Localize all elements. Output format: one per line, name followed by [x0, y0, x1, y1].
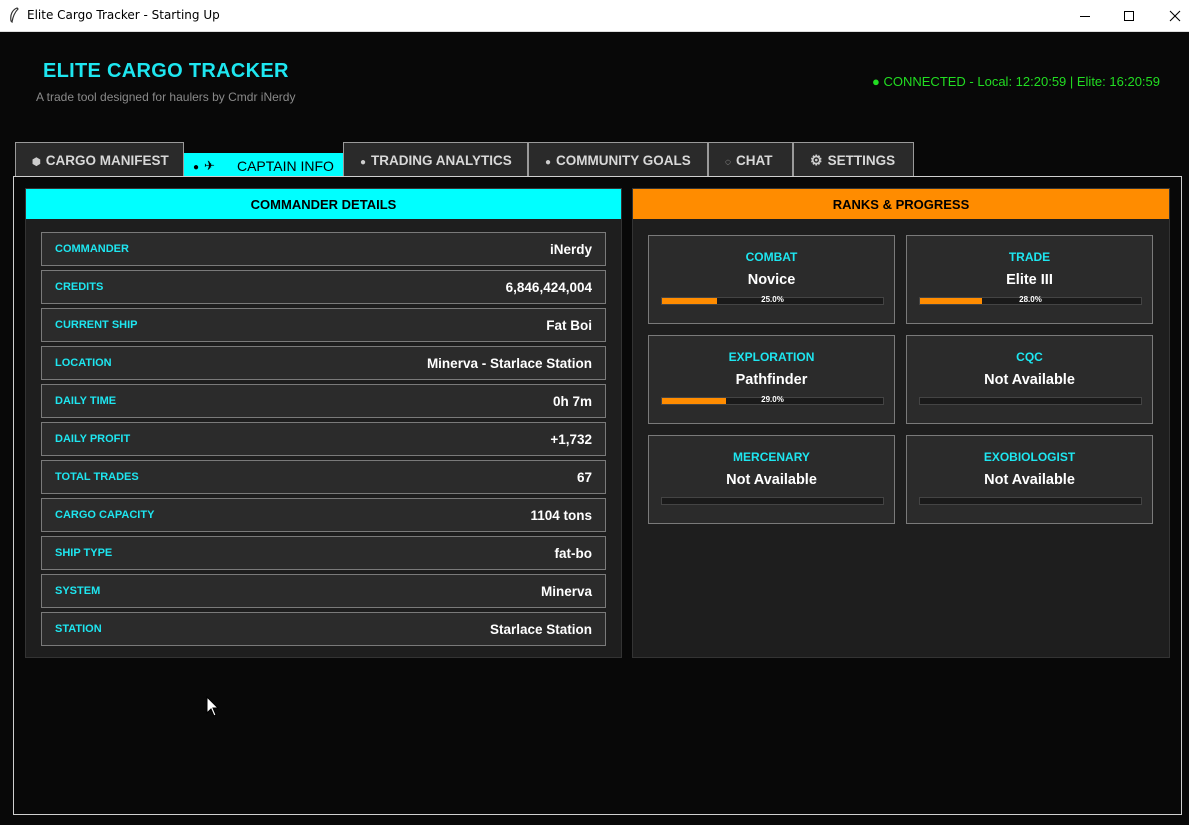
tab-trading-analytics[interactable]: ● TRADING ANALYTICS	[343, 142, 528, 177]
tab-captain-info[interactable]: ● ✈ CAPTAIN INFO	[184, 153, 343, 177]
info-row-cargo-capacity: CARGO CAPACITY 1104 tons	[41, 498, 606, 532]
window-titlebar[interactable]: Elite Cargo Tracker - Starting Up	[0, 0, 1189, 32]
rank-value: Pathfinder	[735, 372, 808, 388]
rank-card-mercenary: MERCENARY Not Available	[648, 435, 895, 524]
rank-card-cqc: CQC Not Available	[906, 335, 1153, 424]
row-value: Fat Boi	[546, 318, 592, 333]
maximize-icon	[1124, 10, 1134, 21]
rank-value: Not Available	[984, 472, 1075, 488]
info-row-credits: CREDITS 6,846,424,004	[41, 270, 606, 304]
close-button[interactable]	[1152, 0, 1189, 31]
close-icon	[1169, 10, 1181, 21]
tab-label: CAPTAIN INFO	[236, 157, 334, 174]
box-icon: ⬢	[32, 156, 41, 168]
row-label: CURRENT SHIP	[55, 319, 138, 331]
tab-label: CHAT	[735, 152, 773, 168]
rank-progress-bar: 28.0%	[919, 295, 1142, 305]
money-bag-icon: ●	[193, 162, 200, 173]
rank-value: Not Available	[726, 472, 817, 488]
info-row-commander: COMMANDER iNerdy	[41, 232, 606, 266]
row-label: LOCATION	[55, 357, 112, 369]
row-value: 6,846,424,004	[505, 280, 592, 295]
tab-settings[interactable]: ⚙ SETTINGS	[793, 142, 914, 177]
rank-value: Elite III	[1006, 272, 1053, 288]
feather-icon	[10, 7, 19, 23]
rank-card-trade: TRADE Elite III 28.0%	[906, 235, 1153, 324]
app-body: ELITE CARGO TRACKER A trade tool designe…	[0, 32, 1189, 825]
app-subtitle: A trade tool designed for haulers by Cmd…	[36, 90, 296, 104]
row-value: 0h 7m	[552, 394, 592, 409]
row-label: SYSTEM	[55, 585, 101, 597]
panel-header: RANKS & PROGRESS	[633, 189, 1169, 219]
rank-name: CQC	[1016, 350, 1043, 364]
rank-name: EXOBIOLOGIST	[983, 450, 1076, 464]
info-row-ship-type: SHIP TYPE fat-bo	[41, 536, 606, 570]
ranks-progress-panel: RANKS & PROGRESS COMBAT Novice 25.0% TRA…	[632, 188, 1170, 658]
tab-label: CARGO MANIFEST	[45, 152, 169, 168]
rank-card-exploration: EXPLORATION Pathfinder 29.0%	[648, 335, 895, 424]
row-label: SHIP TYPE	[55, 547, 113, 559]
tab-chat[interactable]: ◌ CHAT	[708, 142, 793, 177]
info-row-location: LOCATION Minerva - Starlace Station	[41, 346, 606, 380]
row-label: CARGO CAPACITY	[55, 509, 155, 521]
row-label: DAILY TIME	[55, 395, 117, 407]
rank-progress-bar	[919, 497, 1142, 505]
row-label: STATION	[55, 623, 102, 635]
row-value: Minerva - Starlace Station	[426, 356, 592, 371]
info-row-total-trades: TOTAL TRADES 67	[41, 460, 606, 494]
connection-status: ● CONNECTED - Local: 12:20:59 | Elite: 1…	[872, 74, 1160, 89]
rank-progress-label: 25.0%	[761, 295, 784, 304]
rank-progress-bar	[919, 397, 1142, 405]
rank-card-exobiologist: EXOBIOLOGIST Not Available	[906, 435, 1153, 524]
panel-header: COMMANDER DETAILS	[26, 189, 621, 219]
rank-progress-label: 28.0%	[1019, 295, 1042, 304]
commander-details-panel: COMMANDER DETAILS COMMANDER iNerdy CREDI…	[25, 188, 622, 658]
info-row-daily-profit: DAILY PROFIT +1,732	[41, 422, 606, 456]
info-row-system: SYSTEM Minerva	[41, 574, 606, 608]
rank-progress-bar: 25.0%	[661, 295, 884, 305]
rank-name: MERCENARY	[733, 450, 810, 464]
plane-icon: ✈	[204, 157, 215, 173]
tab-label: SETTINGS	[827, 152, 896, 168]
rank-progress-bar: 29.0%	[661, 395, 884, 405]
tab-community-goals[interactable]: ● COMMUNITY GOALS	[528, 142, 708, 177]
window-title: Elite Cargo Tracker - Starting Up	[27, 8, 220, 22]
rank-progress-bar	[661, 497, 884, 505]
target-icon: ●	[545, 156, 552, 168]
row-value: iNerdy	[549, 242, 592, 257]
maximize-button[interactable]	[1106, 0, 1152, 31]
rank-name: TRADE	[1008, 250, 1051, 264]
row-label: COMMANDER	[55, 243, 129, 255]
row-value: 1104 tons	[530, 508, 592, 523]
rank-progress-label: 29.0%	[761, 395, 784, 404]
row-value: Starlace Station	[489, 622, 592, 637]
gear-icon: ⚙	[810, 151, 823, 168]
rank-value: Novice	[747, 272, 796, 288]
rank-card-combat: COMBAT Novice 25.0%	[648, 235, 895, 324]
info-row-daily-time: DAILY TIME 0h 7m	[41, 384, 606, 418]
money-bag-icon: ●	[360, 156, 367, 168]
tab-cargo-manifest[interactable]: ⬢ CARGO MANIFEST	[15, 142, 184, 177]
row-value: +1,732	[550, 432, 592, 447]
minimize-button[interactable]	[1062, 0, 1108, 31]
minimize-icon	[1080, 15, 1090, 17]
row-value: Minerva	[540, 584, 592, 599]
info-row-station: STATION Starlace Station	[41, 612, 606, 646]
row-value: fat-bo	[554, 546, 593, 561]
app-title: ELITE CARGO TRACKER	[43, 60, 289, 82]
rank-name: COMBAT	[745, 250, 798, 264]
chat-bubble-icon: ◌	[725, 156, 731, 168]
row-value: 67	[576, 470, 592, 485]
row-label: CREDITS	[55, 281, 104, 293]
tab-label: COMMUNITY GOALS	[556, 152, 691, 168]
mouse-cursor-icon	[206, 696, 220, 717]
rank-value: Not Available	[984, 372, 1075, 388]
rank-name: EXPLORATION	[728, 350, 815, 364]
tab-label: TRADING ANALYTICS	[371, 152, 512, 168]
row-label: DAILY PROFIT	[55, 433, 131, 445]
info-row-current-ship: CURRENT SHIP Fat Boi	[41, 308, 606, 342]
row-label: TOTAL TRADES	[55, 471, 139, 483]
